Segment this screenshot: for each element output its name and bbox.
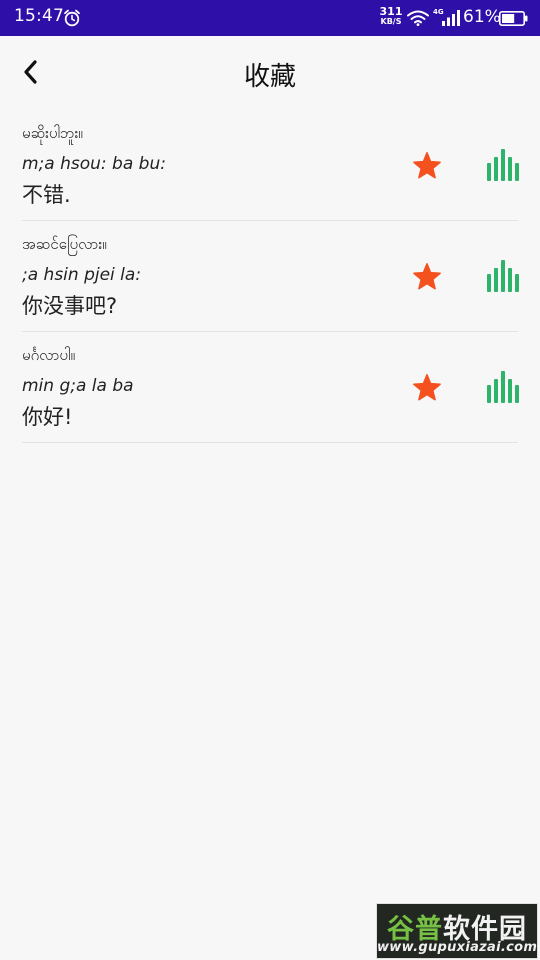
favorites-list: မဆိုးပါဘူး။ m;a hsou: ba bu: 不错. အဆင်ပြေ… [22, 110, 519, 443]
list-item[interactable]: အဆင်ပြေလား။ ;a hsin pjei la: 你没事吧? [22, 221, 519, 332]
favorite-star-icon[interactable] [412, 262, 442, 292]
status-bar: 15:47 311 KB/S 4G 61% [0, 0, 540, 36]
app-bar: 收藏 [0, 36, 540, 110]
network-speed-value: 311 [379, 5, 403, 18]
status-time: 15:47 [14, 6, 64, 26]
list-item[interactable]: မင်္ဂလာပါ။ min g;a la ba 你好! [22, 332, 519, 443]
watermark-logo: 谷普软件园 www.gupuxiazai.com [376, 903, 538, 959]
romanization-text: m;a hsou: ba bu: [22, 154, 166, 174]
alarm-icon [64, 9, 80, 27]
battery-percent: 61% [463, 7, 501, 27]
chinese-translation: 不错. [22, 183, 71, 207]
watermark-url: www.gupuxiazai.com [377, 940, 538, 955]
list-item[interactable]: မဆိုးပါဘူး။ m;a hsou: ba bu: 不错. [22, 110, 519, 221]
network-speed-unit: KB/S [380, 17, 402, 26]
favorite-star-icon[interactable] [412, 373, 442, 403]
play-audio-icon[interactable] [487, 149, 519, 181]
burmese-text: မင်္ဂလာပါ။ [22, 346, 76, 364]
play-audio-icon[interactable] [487, 260, 519, 292]
battery-icon [499, 11, 528, 26]
page-title: 收藏 [243, 62, 296, 92]
network-speed: 311 KB/S [376, 5, 406, 27]
chinese-translation: 你好! [22, 405, 73, 429]
romanization-text: ;a hsin pjei la: [22, 265, 142, 285]
burmese-text: အဆင်ပြေလား။ [22, 235, 107, 253]
wifi-icon [407, 10, 429, 26]
favorite-star-icon[interactable] [412, 151, 442, 181]
cellular-signal: 4G [433, 8, 461, 27]
play-audio-icon[interactable] [487, 371, 519, 403]
burmese-text: မဆိုးပါဘူး။ [22, 124, 83, 142]
signal-icon [442, 10, 460, 26]
chinese-translation: 你没事吧? [22, 294, 118, 318]
romanization-text: min g;a la ba [22, 376, 134, 396]
